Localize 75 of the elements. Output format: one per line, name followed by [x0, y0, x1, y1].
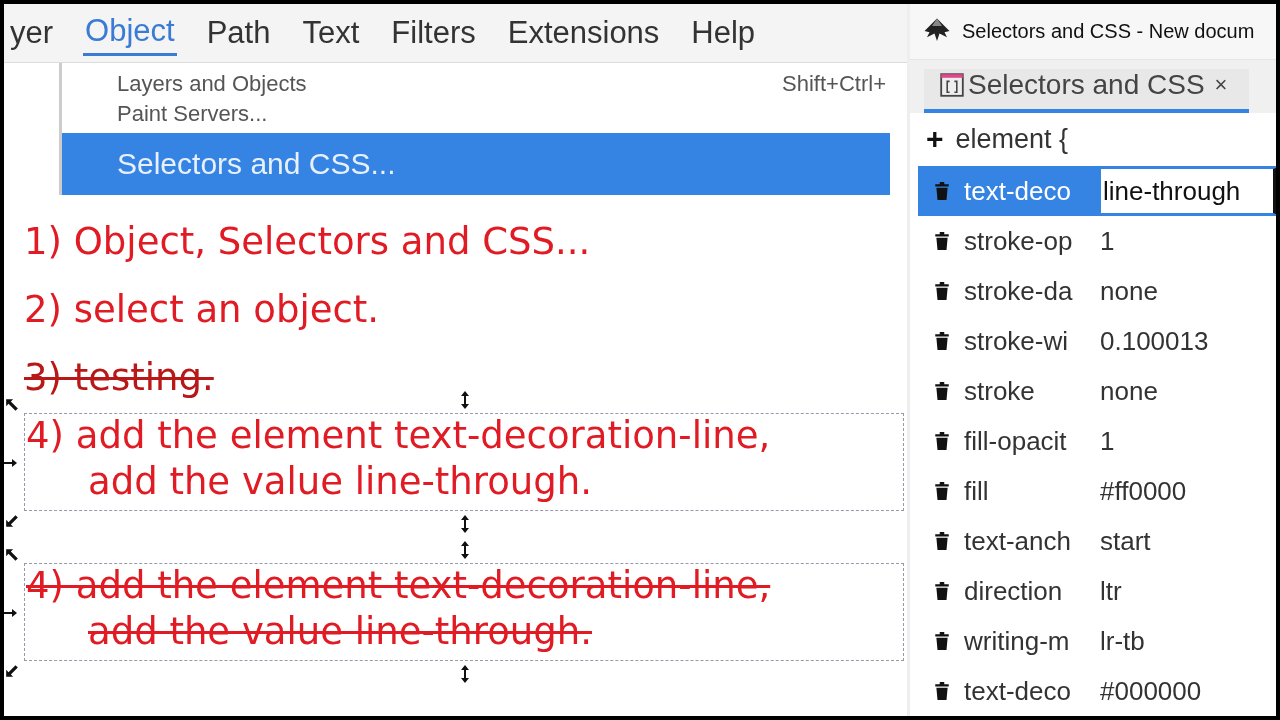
- property-value: 1: [1100, 225, 1115, 257]
- panel-tab[interactable]: Selectors and CSS ×: [924, 68, 1250, 113]
- menu-item[interactable]: Filters: [389, 11, 478, 55]
- property-row[interactable]: fill #ff0000: [918, 466, 1276, 516]
- canvas-text: 4) add the element text-decoration-line,: [26, 413, 771, 459]
- trash-icon[interactable]: [934, 232, 950, 250]
- property-name: stroke: [964, 375, 1036, 407]
- property-name: direction: [964, 575, 1064, 607]
- property-row[interactable]: writing-m lr-tb: [918, 616, 1276, 666]
- property-value: ltr: [1100, 575, 1122, 607]
- property-name: text-anch: [964, 525, 1072, 557]
- property-row[interactable]: stroke none: [918, 366, 1276, 416]
- selector-text: element {: [955, 123, 1069, 155]
- menu-entry[interactable]: Layers and Objects Shift+Ctrl+: [62, 63, 890, 99]
- property-value: #000000: [1100, 675, 1202, 707]
- property-value: #ff0000: [1100, 475, 1187, 507]
- menu-item[interactable]: Text: [300, 11, 362, 55]
- property-value: 0.100013: [1100, 325, 1209, 357]
- trash-icon[interactable]: [934, 482, 950, 500]
- property-value: none: [1100, 275, 1158, 307]
- resize-handle-icon[interactable]: [460, 664, 470, 684]
- property-row[interactable]: text-deco line-through: [918, 166, 1276, 216]
- trash-icon[interactable]: [934, 682, 950, 700]
- resize-handle-icon[interactable]: [5, 398, 19, 412]
- property-value: start: [1100, 525, 1151, 557]
- trash-icon[interactable]: [934, 332, 950, 350]
- trash-icon[interactable]: [934, 532, 950, 550]
- resize-handle-icon[interactable]: [460, 540, 470, 560]
- property-row[interactable]: fill-opacit 1: [918, 416, 1276, 466]
- menu-item[interactable]: Help: [689, 11, 758, 55]
- property-name: stroke-da: [964, 275, 1074, 307]
- close-button[interactable]: ×: [1214, 71, 1228, 98]
- canvas-text: add the value line-through.: [88, 459, 592, 505]
- trash-icon[interactable]: [934, 382, 950, 400]
- trash-icon[interactable]: [934, 432, 950, 450]
- property-value: none: [1100, 375, 1158, 407]
- property-name: stroke-wi: [964, 325, 1069, 357]
- canvas-text: add the value line-through.: [88, 609, 592, 655]
- resize-handle-icon[interactable]: [4, 458, 17, 468]
- property-row[interactable]: stroke-da none: [918, 266, 1276, 316]
- menu-entry[interactable]: Paint Servers...: [62, 99, 890, 129]
- add-button[interactable]: +: [926, 122, 944, 157]
- canvas-text: 4) add the element text-decoration-line,: [26, 563, 771, 609]
- property-row[interactable]: text-deco #000000: [918, 666, 1276, 716]
- window-title: Selectors and CSS - New docum: [962, 19, 1255, 43]
- property-name: text-deco: [964, 175, 1072, 207]
- trash-icon[interactable]: [934, 632, 950, 650]
- property-name: writing-m: [964, 625, 1071, 657]
- canvas-text: 2) select an object.: [24, 287, 380, 333]
- property-row[interactable]: direction ltr: [918, 566, 1276, 616]
- property-name: stroke-op: [964, 225, 1074, 257]
- resize-handle-icon[interactable]: [460, 514, 470, 534]
- property-name: text-deco: [964, 675, 1072, 707]
- resize-handle-icon[interactable]: [4, 608, 17, 618]
- property-row[interactable]: text-anch start: [918, 516, 1276, 566]
- property-name: fill: [964, 475, 990, 507]
- value-field[interactable]: line-through: [1100, 168, 1276, 214]
- resize-handle-icon[interactable]: [5, 664, 19, 678]
- trash-icon[interactable]: [934, 582, 950, 600]
- resize-handle-icon[interactable]: [5, 514, 19, 528]
- trash-icon[interactable]: [934, 282, 950, 300]
- menu-item[interactable]: yer: [8, 11, 56, 55]
- property-value: lr-tb: [1100, 625, 1145, 657]
- property-row[interactable]: stroke-wi 0.100013: [918, 316, 1276, 366]
- stylesheet-icon: [940, 72, 964, 97]
- property-row[interactable]: stroke-op 1: [918, 216, 1276, 266]
- canvas-text: 1) Object, Selectors and CSS...: [24, 219, 591, 265]
- menu-item[interactable]: Path: [204, 11, 273, 55]
- resize-handle-icon[interactable]: [5, 548, 19, 562]
- property-name: fill-opacit: [964, 425, 1068, 457]
- resize-handle-icon[interactable]: [460, 390, 470, 410]
- menu-item[interactable]: Extensions: [505, 11, 662, 55]
- canvas-text: 3) testing.: [24, 355, 214, 401]
- property-value: 1: [1100, 425, 1115, 457]
- menu-item[interactable]: Object: [83, 10, 177, 56]
